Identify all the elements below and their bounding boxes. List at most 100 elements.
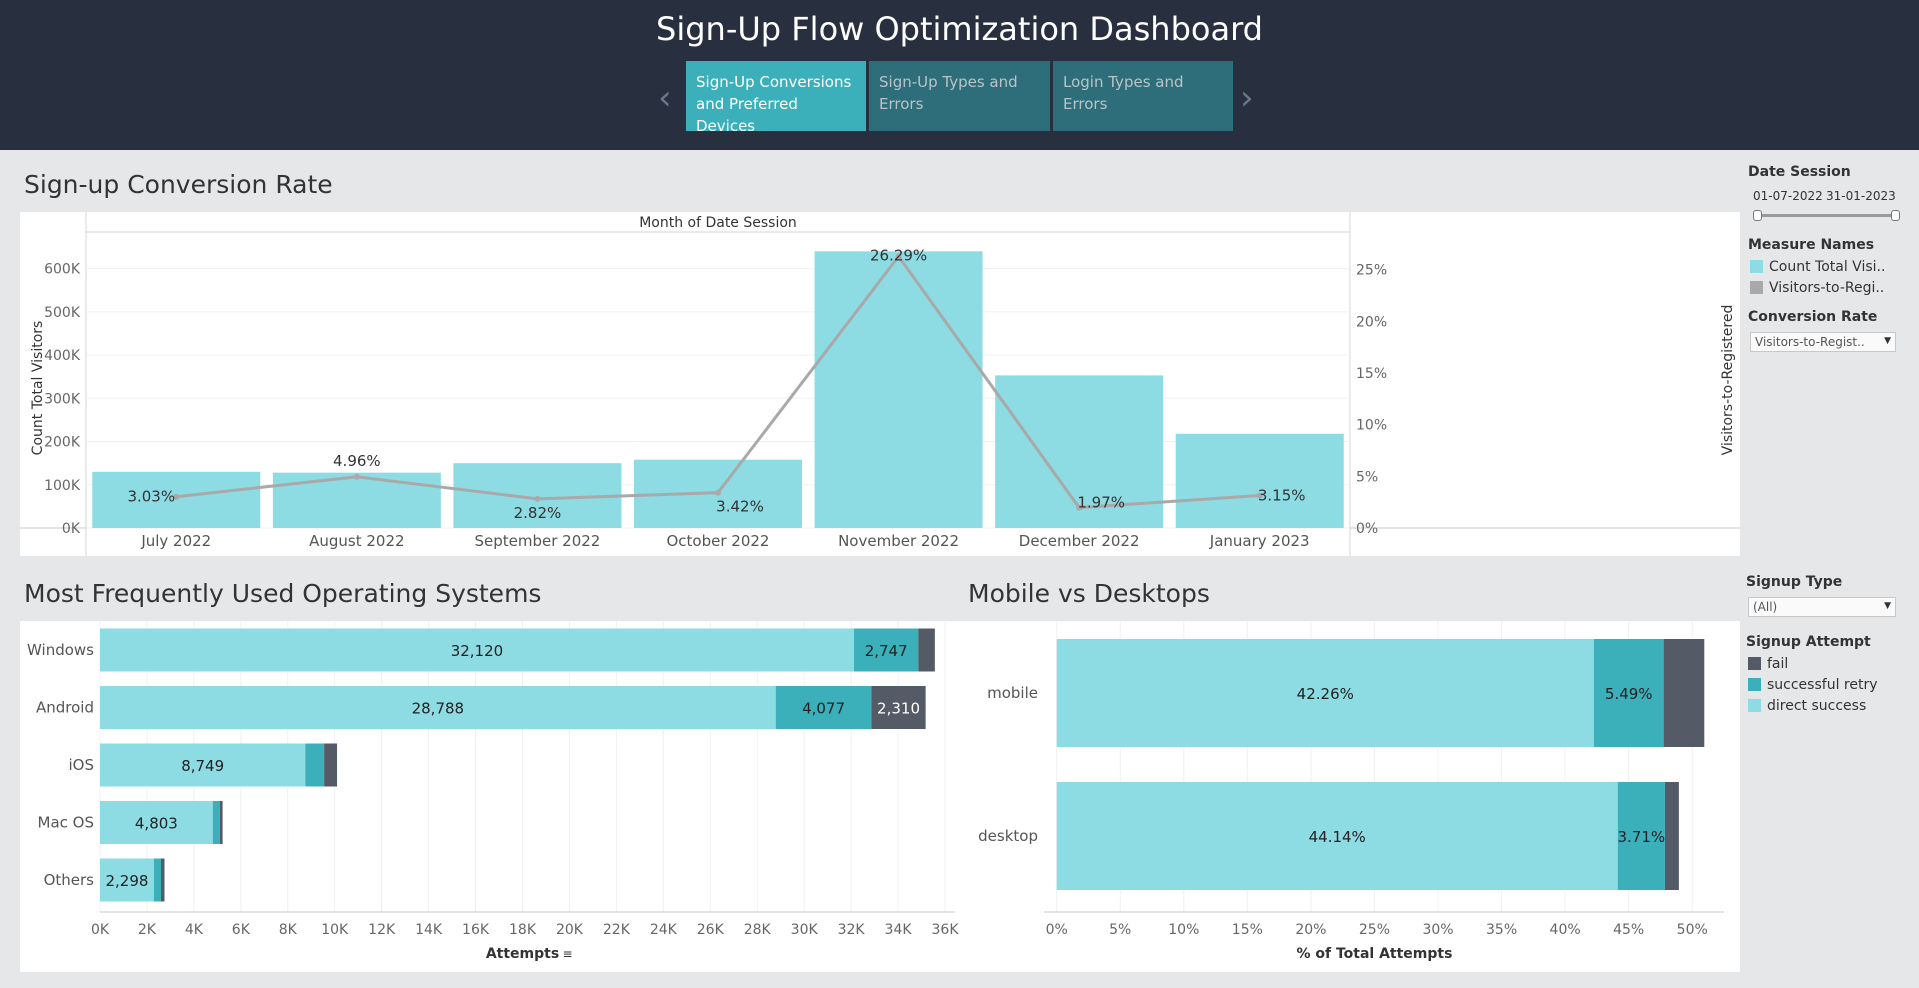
data-label-rate: 3.03%: [127, 488, 175, 506]
legend-label: successful retry: [1767, 677, 1878, 693]
y-tick-label: Others: [44, 871, 95, 889]
x-tick-label: October 2022: [667, 532, 770, 550]
chevron-down-icon: ▼: [1884, 336, 1891, 346]
y-right-tick-label: 20%: [1356, 314, 1387, 330]
legend-swatch: [1748, 678, 1761, 691]
legend-item-fail[interactable]: fail: [1748, 656, 1788, 672]
bar-fail: [918, 628, 935, 672]
x-tick-label: 6K: [232, 922, 251, 938]
x-tick-label: 22K: [603, 922, 631, 938]
line-point: [353, 473, 360, 480]
date-range-end-handle[interactable]: [1891, 210, 1900, 221]
x-tick-label: 34K: [885, 922, 913, 938]
bar-successful-retry: [153, 858, 161, 902]
legend-item-direct-success[interactable]: direct success: [1748, 698, 1866, 714]
x-tick-label: 12K: [368, 922, 396, 938]
y-tick-label: 300K: [44, 391, 81, 407]
date-range-start-handle[interactable]: [1753, 210, 1762, 221]
data-label-rate: 4.96%: [333, 452, 381, 470]
y-tick-label: Mac OS: [38, 814, 94, 832]
x-axis-title: Attempts: [486, 946, 559, 962]
bar-count-total-visitors: [92, 471, 261, 528]
x-tick-label: 32K: [838, 922, 866, 938]
conversion-rate-dropdown[interactable]: Visitors-to-Regist.. ▼: [1750, 332, 1896, 352]
data-label-rate: 2.82%: [514, 504, 562, 522]
mobile-panel-title: Mobile vs Desktops: [968, 579, 1210, 608]
y-tick-label: Android: [36, 699, 94, 717]
signup-attempt-label: Signup Attempt: [1746, 634, 1871, 650]
x-tick-label: November 2022: [838, 532, 959, 550]
x-tick-label: 20K: [556, 922, 584, 938]
line-point: [715, 489, 721, 496]
column-header-label: Month of Date Session: [639, 215, 797, 231]
y-tick-label: 200K: [44, 435, 81, 451]
bar-fail: [160, 858, 165, 902]
tab-login-types[interactable]: Login Types and Errors: [1053, 61, 1233, 131]
y-tick-label: Windows: [27, 641, 94, 659]
x-tick-label: 18K: [509, 922, 537, 938]
data-label: 5.49%: [1605, 685, 1653, 703]
bar-count-total-visitors: [1175, 433, 1344, 528]
y-right-axis-title: Visitors-to-Registered: [1720, 305, 1736, 456]
date-range-slider-track[interactable]: [1756, 214, 1896, 217]
data-label: 2,310: [877, 700, 920, 718]
mobile-chart-svg: 0% 5% 10% 15% 20% 25% 30% 35% 40% 45% 50% % of Tota…: [964, 621, 1740, 972]
legend-label: Count Total Visi..: [1769, 259, 1886, 275]
x-tick-label: 16K: [462, 922, 490, 938]
next-tab-arrow-icon[interactable]: ›: [1240, 78, 1254, 118]
data-label: 2,298: [105, 872, 148, 890]
x-tick-label: 0K: [91, 922, 110, 938]
y-right-tick-label: 0%: [1356, 521, 1378, 537]
tab-label-line1: Sign-Up Conversions: [696, 73, 852, 91]
data-label: 32,120: [451, 642, 504, 660]
prev-tab-arrow-icon[interactable]: ‹: [658, 78, 672, 118]
signup-type-label: Signup Type: [1746, 574, 1843, 590]
dashboard-header: Sign-Up Flow Optimization Dashboard ‹ Si…: [0, 0, 1919, 150]
os-panel-title: Most Frequently Used Operating Systems: [24, 579, 542, 608]
data-label: 2,747: [865, 642, 908, 660]
x-tick-label: 25%: [1359, 922, 1390, 938]
data-label: 42.26%: [1297, 685, 1354, 703]
y-tick-label: 500K: [44, 305, 81, 321]
mobile-chart[interactable]: 0% 5% 10% 15% 20% 25% 30% 35% 40% 45% 50% % of Tota…: [964, 621, 1740, 972]
x-tick-label: August 2022: [309, 532, 404, 550]
sort-icon: ≡: [563, 947, 573, 961]
os-chart[interactable]: 0K 2K 4K 6K 8K 10K 12K 14K 16K 18K 20K 22K 24K 26K 28K…: [20, 621, 965, 972]
date-session-label: Date Session: [1748, 164, 1851, 180]
y-tick-label: 100K: [44, 478, 81, 494]
conversion-chart[interactable]: Month of Date Session 0K 100K 200K 300K 400K 5…: [20, 212, 1740, 556]
bar-fail: [1663, 639, 1705, 747]
bar-successful-retry: [212, 801, 220, 844]
dashboard-title: Sign-Up Flow Optimization Dashboard: [656, 10, 1263, 48]
legend-swatch: [1748, 699, 1761, 712]
x-tick-label: 24K: [650, 922, 678, 938]
line-point: [534, 495, 541, 502]
tab-sign-up-types[interactable]: Sign-Up Types and Errors: [869, 61, 1050, 131]
signup-type-dropdown[interactable]: (All) ▼: [1748, 597, 1896, 617]
x-tick-label: 10K: [321, 922, 349, 938]
x-tick-label: 45%: [1613, 922, 1644, 938]
dropdown-value: Visitors-to-Regist..: [1755, 335, 1865, 349]
bar-fail: [219, 801, 223, 844]
x-tick-label: 10%: [1168, 922, 1199, 938]
x-tick-label: January 2023: [1209, 532, 1310, 550]
x-tick-label: 0%: [1046, 922, 1068, 938]
x-axis-title: % of Total Attempts: [1296, 946, 1452, 962]
conversion-chart-svg: Month of Date Session 0K 100K 200K 300K 400K 5…: [20, 212, 1740, 556]
y-right-tick-label: 10%: [1356, 418, 1387, 434]
y-axis-title: Count Total Visitors: [30, 321, 46, 456]
dropdown-value: (All): [1753, 600, 1778, 614]
legend-item-count-total-visitors[interactable]: Count Total Visi..: [1750, 259, 1885, 275]
conversion-panel-title: Sign-up Conversion Rate: [24, 170, 333, 199]
data-label: 28,788: [412, 700, 465, 718]
legend-swatch: [1748, 657, 1761, 670]
dashboard-sheet: Sign-up Conversion Rate Month of Date Se…: [8, 150, 1912, 984]
data-label-rate: 1.97%: [1077, 494, 1125, 512]
x-tick-label: 4K: [185, 922, 204, 938]
legend-item-visitors-to-registered[interactable]: Visitors-to-Regi..: [1750, 280, 1884, 296]
tab-sign-up-conversions[interactable]: Sign-Up Conversions and Preferred Device…: [686, 61, 866, 135]
data-label-rate: 26.29%: [870, 246, 927, 264]
bar-successful-retry: [305, 743, 325, 787]
legend-item-successful-retry[interactable]: successful retry: [1748, 677, 1878, 693]
x-tick-label: July 2022: [140, 532, 211, 550]
